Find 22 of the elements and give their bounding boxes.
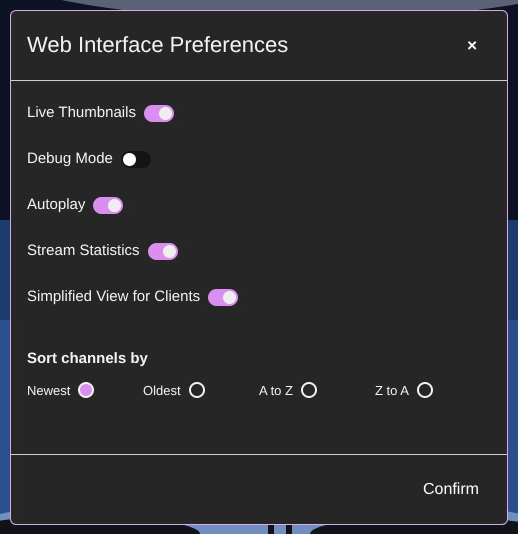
close-button[interactable]: × bbox=[461, 35, 483, 56]
dialog-title: Web Interface Preferences bbox=[27, 32, 288, 59]
toggle-label: Simplified View for Clients bbox=[27, 286, 200, 307]
confirm-button[interactable]: Confirm bbox=[422, 474, 479, 506]
toggle-switch[interactable] bbox=[148, 242, 178, 260]
toggle-switch[interactable] bbox=[120, 150, 151, 168]
radio-label: Newest bbox=[27, 382, 70, 400]
radio-button[interactable] bbox=[78, 382, 94, 398]
toggle-label: Debug Mode bbox=[27, 148, 113, 169]
toggle-label: Stream Statistics bbox=[27, 240, 140, 261]
toggle-switch[interactable] bbox=[208, 288, 238, 306]
radio-button[interactable] bbox=[300, 382, 317, 398]
toggle-label: Autoplay bbox=[27, 194, 86, 215]
radio-label: A to Z bbox=[259, 382, 293, 400]
radio-button[interactable] bbox=[188, 382, 205, 398]
section-heading: Sort channels by bbox=[27, 349, 149, 369]
toggle-switch[interactable] bbox=[144, 104, 174, 122]
radio-label: Z to A bbox=[375, 382, 409, 400]
toggle-switch[interactable] bbox=[93, 196, 124, 214]
toggle-label: Live Thumbnails bbox=[27, 102, 136, 123]
radio-label: Oldest bbox=[143, 382, 181, 400]
radio-button[interactable] bbox=[416, 382, 433, 398]
